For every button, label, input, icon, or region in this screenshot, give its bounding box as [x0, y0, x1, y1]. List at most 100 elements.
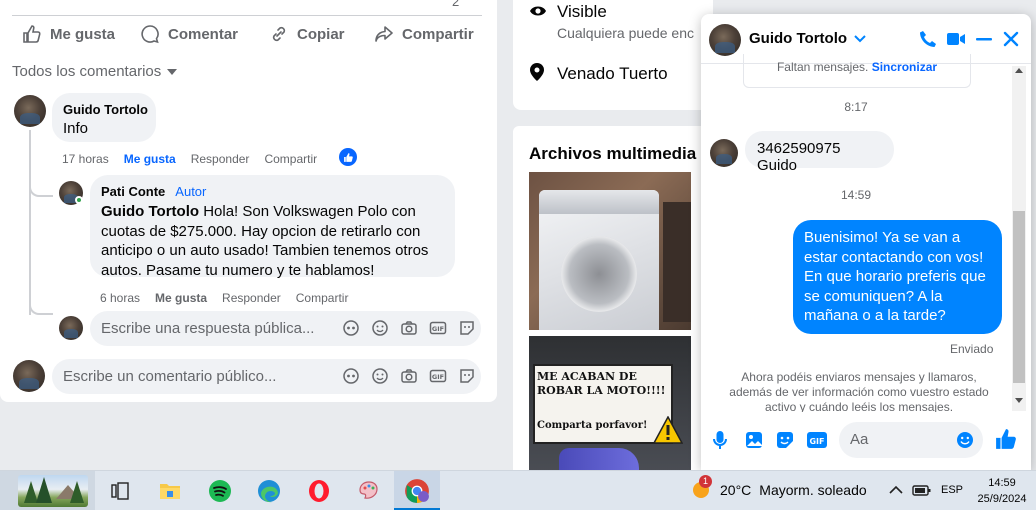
- location-label[interactable]: Venado Tuerto: [557, 64, 668, 84]
- avatar-sticker-icon[interactable]: [342, 367, 360, 385]
- thread-branch: [29, 183, 53, 197]
- chat-contact-name: Guido Tortolo: [749, 30, 848, 47]
- comment-button[interactable]: Comentar: [140, 24, 238, 44]
- phone-icon[interactable]: [919, 30, 937, 48]
- thumbs-up-icon[interactable]: [995, 428, 1017, 450]
- comment-meta: 17 horas Me gusta Responder Compartir: [62, 152, 317, 166]
- reply-input[interactable]: Escribe una respuesta pública... GIF: [90, 311, 481, 346]
- avatar[interactable]: [710, 139, 738, 167]
- image-icon[interactable]: [745, 431, 763, 449]
- media-caption: Comparta porfavor!: [537, 420, 648, 431]
- caret-down-icon: [167, 68, 178, 75]
- avatar-sticker-icon[interactable]: [342, 319, 360, 337]
- comment-reply-link[interactable]: Responder: [191, 152, 250, 166]
- close-icon[interactable]: [1003, 31, 1019, 47]
- comments-filter-label: Todos los comentarios: [12, 63, 162, 80]
- comments-filter[interactable]: Todos los comentarios: [12, 63, 178, 80]
- message-input[interactable]: Aa: [839, 422, 983, 458]
- chat-composer: GIF Aa: [701, 418, 1031, 470]
- comment-author[interactable]: Guido Tortolo: [63, 102, 148, 117]
- camera-icon[interactable]: [400, 319, 418, 337]
- copy-label: Copiar: [297, 25, 345, 43]
- avatar[interactable]: [13, 360, 45, 392]
- online-dot: [75, 196, 83, 204]
- chevron-up-icon[interactable]: [889, 485, 903, 494]
- file-explorer-icon[interactable]: [152, 473, 188, 509]
- reply-mention[interactable]: Guido Tortolo: [101, 203, 199, 220]
- opera-icon[interactable]: [301, 473, 337, 509]
- video-call-icon[interactable]: [946, 31, 966, 47]
- reply-author[interactable]: Pati Conte: [101, 184, 165, 199]
- gif-icon[interactable]: GIF: [806, 431, 828, 449]
- comment-share-link[interactable]: Compartir: [264, 152, 317, 166]
- outgoing-message[interactable]: Buenisimo! Ya se van a estar contactando…: [793, 220, 1002, 334]
- timestamp: 14:59: [840, 188, 872, 202]
- sync-link[interactable]: Sincronizar: [872, 60, 937, 74]
- media-thumbnail[interactable]: [529, 172, 691, 330]
- weather-text: Mayorm. soleado: [759, 482, 867, 498]
- sent-status: Enviado: [950, 342, 994, 356]
- media-caption: ME ACABAN DE ROBAR LA MOTO!!!!: [537, 370, 666, 397]
- copy-button[interactable]: Copiar: [269, 24, 345, 44]
- visibility-label: Visible: [557, 2, 607, 21]
- reply-time[interactable]: 6 horas: [100, 291, 140, 305]
- media-thumbnail[interactable]: ME ACABAN DE ROBAR LA MOTO!!!! Comparta …: [529, 336, 691, 476]
- like-button[interactable]: Me gusta: [22, 24, 115, 44]
- scrollbar[interactable]: [1012, 66, 1026, 411]
- sticker-icon[interactable]: [458, 367, 476, 385]
- emoji-icon[interactable]: [956, 431, 974, 449]
- like-label: Me gusta: [50, 25, 116, 43]
- comment-time[interactable]: 17 horas: [62, 152, 109, 166]
- language-indicator[interactable]: ESP: [941, 484, 963, 496]
- chat-title[interactable]: Guido Tortolo: [749, 30, 866, 47]
- message-input-placeholder: Aa: [850, 431, 869, 448]
- thread-branch: [29, 301, 53, 315]
- minimize-icon[interactable]: [976, 38, 992, 41]
- reply-input-placeholder: Escribe una respuesta pública...: [101, 320, 315, 337]
- media-card: Archivos multimedia re ME ACABAN DE ROBA…: [513, 126, 717, 486]
- incoming-message[interactable]: 3462590975 Guido: [745, 131, 894, 174]
- spotify-icon[interactable]: [202, 473, 238, 509]
- start-thumbnail[interactable]: [0, 471, 95, 510]
- comment-input-placeholder: Escribe un comentario público...: [63, 368, 277, 385]
- emoji-icon[interactable]: [371, 367, 389, 385]
- post-card: 2 Me gusta Comentar Copiar Compartir Tod…: [0, 0, 497, 402]
- like-reaction-icon[interactable]: [339, 148, 357, 166]
- camera-icon[interactable]: [400, 367, 418, 385]
- task-view-icon[interactable]: [102, 473, 138, 509]
- sticker-icon[interactable]: [776, 431, 794, 449]
- battery-icon[interactable]: [912, 483, 932, 497]
- comment-like-link[interactable]: Me gusta: [124, 152, 176, 166]
- input-tools: GIF: [342, 319, 476, 337]
- reply-header: Pati Conte Autor: [101, 184, 206, 199]
- paint-icon[interactable]: [351, 473, 387, 509]
- avatar[interactable]: [709, 24, 741, 56]
- avatar[interactable]: [14, 95, 46, 127]
- edge-icon[interactable]: [251, 473, 287, 509]
- chat-notice: Ahora podéis enviaros mensajes y llamaro…: [729, 370, 989, 412]
- comment-input[interactable]: Escribe un comentario público... GIF: [52, 359, 481, 394]
- reply-like-link[interactable]: Me gusta: [155, 291, 207, 305]
- weather-widget[interactable]: 1 20°C Mayorm. soleado: [690, 475, 867, 501]
- chrome-icon[interactable]: [394, 471, 440, 510]
- thumbs-up-icon: [23, 25, 41, 43]
- sticker-icon[interactable]: [458, 319, 476, 337]
- clock[interactable]: 14:59 25/9/2024: [972, 475, 1032, 507]
- emoji-icon[interactable]: [371, 319, 389, 337]
- reply-meta: 6 horas Me gusta Responder Compartir: [100, 291, 348, 305]
- input-tools: GIF: [342, 367, 476, 385]
- microphone-icon[interactable]: [713, 430, 727, 450]
- reply-reply-link[interactable]: Responder: [222, 291, 281, 305]
- info-card: Visible Cualquiera puede enc Venado Tuer…: [513, 0, 713, 110]
- reply-share-link[interactable]: Compartir: [296, 291, 349, 305]
- avatar[interactable]: [59, 316, 83, 340]
- gif-icon[interactable]: GIF: [429, 367, 447, 385]
- thread-line: [29, 130, 31, 315]
- comment-icon: [141, 25, 159, 44]
- gif-icon[interactable]: GIF: [429, 319, 447, 337]
- taskbar: 1 20°C Mayorm. soleado ESP 14:59 25/9/20…: [0, 470, 1036, 510]
- scrollbar-thumb[interactable]: [1013, 211, 1025, 383]
- weather-temp: 20°C: [720, 482, 752, 498]
- weather-badge: 1: [699, 475, 712, 488]
- share-button[interactable]: Compartir: [374, 24, 474, 44]
